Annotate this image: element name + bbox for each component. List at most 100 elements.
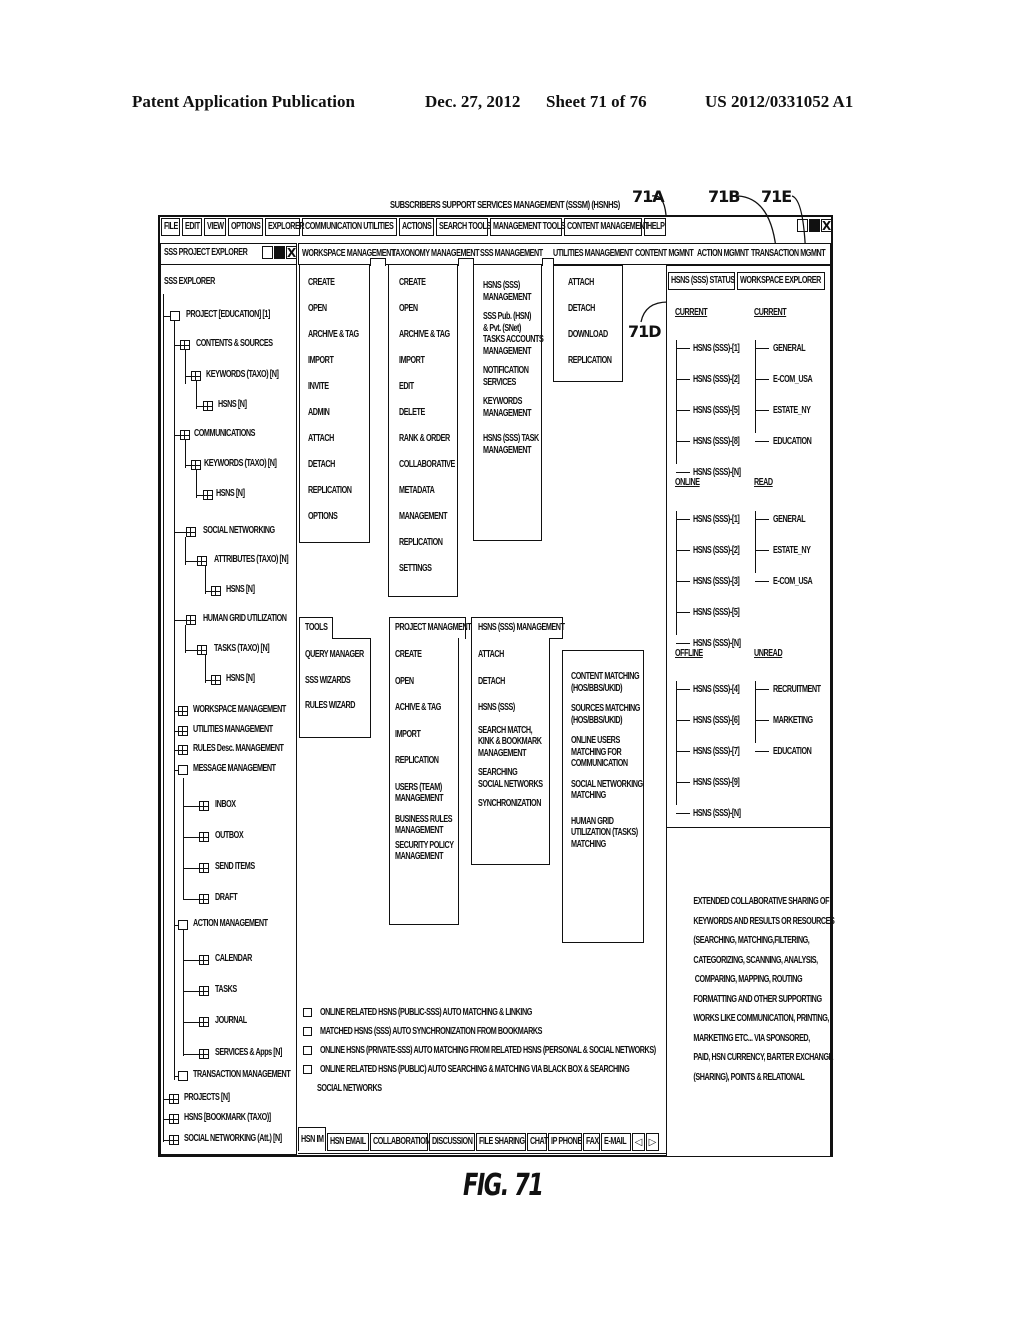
status-item[interactable]: EDUCATION [773, 436, 812, 448]
menu-item[interactable]: DETACH [308, 459, 359, 471]
status-item[interactable]: EDUCATION [773, 746, 812, 758]
tree-item[interactable]: KEYWORDS (TAXO) [N] [204, 458, 277, 470]
menu-item[interactable]: UTILIZATION (TASKS) [571, 827, 643, 839]
menu-item[interactable]: RANK & ORDER [399, 433, 455, 445]
menu-item[interactable]: SOCIAL NETWORKS [478, 779, 543, 791]
menu-item[interactable]: MANAGEMENT [399, 511, 455, 523]
status-item[interactable]: GENERAL [773, 514, 806, 526]
menu-item[interactable]: OPEN [395, 676, 454, 688]
menu-explorer[interactable]: EXPLORER [265, 218, 305, 236]
menu-item[interactable]: MANAGEMENT [483, 445, 543, 457]
collapse-icon[interactable] [170, 311, 180, 321]
status-item[interactable]: E-COM_USA [773, 576, 813, 588]
menu-management-tools[interactable]: MANAGEMENT TOOLS [490, 218, 566, 236]
menu-item[interactable]: COLLABORATIVE [399, 459, 455, 471]
option-checkbox[interactable] [303, 1046, 312, 1055]
menu-item[interactable]: HSNS (SSS) [478, 702, 543, 714]
tree-item[interactable]: HSNS [N] [226, 673, 255, 685]
menu-item[interactable]: COMMUNICATION [571, 758, 643, 770]
tab-workspace-explorer[interactable]: WORKSPACE EXPLORER [737, 272, 825, 290]
menu-item[interactable]: CONTENT MATCHING [571, 671, 643, 683]
menu-item[interactable]: IMPORT [399, 355, 455, 367]
expand-icon[interactable] [199, 863, 209, 873]
menu-item[interactable]: SOURCES MATCHING [571, 703, 643, 715]
menu-item[interactable]: SSS WIZARDS [305, 675, 364, 687]
expand-icon[interactable] [169, 1094, 179, 1104]
expand-icon[interactable] [178, 745, 188, 755]
status-item[interactable]: HSNS (SSS)-[1] [693, 343, 740, 355]
status-item[interactable]: HSNS (SSS)-[7] [693, 746, 740, 758]
menu-view[interactable]: VIEW [204, 218, 226, 236]
menu-item[interactable]: CREATE [399, 277, 455, 289]
menu-item[interactable]: RULES WIZARD [305, 700, 364, 712]
option-checkbox[interactable] [303, 1008, 312, 1017]
expand-icon[interactable] [191, 371, 201, 381]
tree-item[interactable]: TASKS [215, 984, 237, 996]
menu-item[interactable]: USERS (TEAM) [395, 782, 454, 794]
expand-icon[interactable] [197, 645, 207, 655]
expand-icon[interactable] [180, 430, 190, 440]
tree-item[interactable]: DRAFT [215, 892, 238, 904]
menu-item[interactable]: SYNCHRONIZATION [478, 798, 543, 810]
menu-item[interactable]: HSNS (SSS) TASK [483, 433, 543, 445]
tree-item[interactable]: CONTENTS & SOURCES [196, 338, 273, 350]
expand-icon[interactable] [186, 615, 196, 625]
tree-item[interactable]: RULES Desc. MANAGEMENT [193, 743, 284, 755]
tab-discussion[interactable]: DISCUSSION [429, 1133, 475, 1151]
menu-edit[interactable]: EDIT [182, 218, 202, 236]
restore-icon[interactable] [809, 219, 820, 232]
tree-item[interactable]: INBOX [215, 799, 236, 811]
menu-item[interactable]: MATCHING [571, 839, 643, 851]
menu-item[interactable]: REPLICATION [568, 355, 612, 367]
menu-item[interactable]: MANAGEMENT [395, 793, 454, 805]
menu-item[interactable]: MATCHING FOR [571, 747, 643, 759]
menu-item[interactable]: INVITE [308, 381, 359, 393]
menu-item[interactable]: DELETE [399, 407, 455, 419]
tree-item[interactable]: PROJECT [EDUCATION] [1] [186, 309, 270, 321]
menu-item[interactable]: BUSINESS RULES [395, 814, 454, 826]
tree-item[interactable]: TASKS (TAXO) [N] [214, 643, 270, 655]
menu-item[interactable]: ADMIN [308, 407, 359, 419]
menu-item[interactable]: SERVICES [483, 377, 543, 389]
menu-item[interactable]: MANAGEMENT [483, 346, 543, 358]
menu-item[interactable]: CREATE [308, 277, 359, 289]
menu-item[interactable]: ONLINE USERS [571, 735, 643, 747]
menu-file[interactable]: FILE [161, 218, 180, 236]
menu-item[interactable]: SEARCHING [478, 767, 543, 779]
menu-item[interactable]: SSS Pub. (HSN) [483, 311, 543, 323]
menu-item[interactable]: REPLICATION [308, 485, 359, 497]
status-item[interactable]: HSNS (SSS)-[2] [693, 374, 740, 386]
menu-item[interactable]: MANAGEMENT [395, 825, 454, 837]
expand-icon[interactable] [199, 986, 209, 996]
option-checkbox[interactable] [303, 1027, 312, 1036]
tab-hsn-im[interactable]: HSN IM [298, 1127, 326, 1151]
status-item[interactable]: GENERAL [773, 343, 806, 355]
menu-item[interactable]: SECURITY POLICY [395, 840, 454, 852]
menu-item[interactable]: MANAGEMENT [395, 851, 454, 863]
expand-icon[interactable] [199, 801, 209, 811]
expand-icon[interactable] [203, 490, 213, 500]
menu-item[interactable]: DOWNLOAD [568, 329, 612, 341]
tree-item[interactable]: HSNS [BOOKMARK (TAXO)] [184, 1112, 271, 1124]
expand-icon[interactable] [211, 586, 221, 596]
menu-item[interactable]: ATTACH [478, 649, 543, 661]
close-icon[interactable]: X [821, 219, 832, 233]
menu-item[interactable]: OPEN [399, 303, 455, 315]
tree-item[interactable]: ACTION MANAGEMENT [193, 918, 268, 930]
tree-item[interactable]: HSNS [N] [226, 584, 255, 596]
tab-collaboration[interactable]: COLLABORATION [370, 1133, 430, 1151]
tree-item[interactable]: UTILITIES MANAGEMENT [193, 724, 273, 736]
status-item[interactable]: HSNS (SSS)-[5] [693, 405, 740, 417]
menu-item[interactable]: REPLICATION [399, 537, 455, 549]
tree-item[interactable]: SOCIAL NETWORKING (Att.) [N] [184, 1133, 282, 1145]
expand-icon[interactable] [169, 1114, 179, 1124]
tree-item[interactable]: PROJECTS [N] [184, 1092, 230, 1104]
menu-item[interactable]: MANAGEMENT [478, 748, 543, 760]
menu-item[interactable]: (HOS/BBS/UKID) [571, 683, 643, 695]
status-item[interactable]: ESTATE_NY [773, 405, 811, 417]
expand-icon[interactable] [199, 894, 209, 904]
tab-ip-phone[interactable]: IP PHONE [548, 1133, 582, 1151]
menu-item[interactable]: KINK & BOOKMARK [478, 736, 543, 748]
menu-item[interactable]: METADATA [399, 485, 455, 497]
toolbar-sss-management[interactable]: SSS MANAGEMENT [480, 248, 543, 260]
